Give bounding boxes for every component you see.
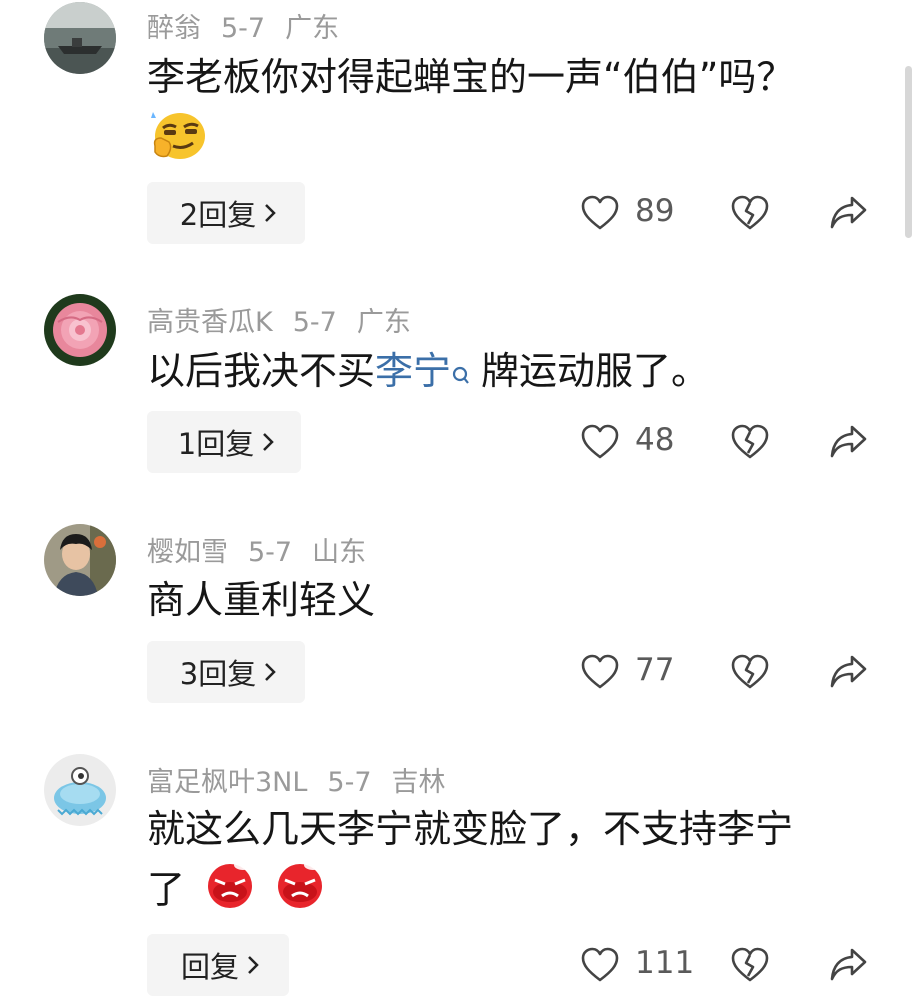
comment-location: 广东 — [285, 13, 340, 44]
comment-text: 就这么几天李宁就变脸了，不支持李宁 — [147, 807, 794, 851]
brand-link[interactable]: 李宁 — [375, 349, 451, 393]
comment-location: 吉林 — [391, 767, 446, 798]
reply-label: 回复 — [180, 950, 239, 984]
chevron-right-icon — [264, 655, 276, 689]
broken-heart-icon[interactable] — [730, 194, 770, 236]
like-count: 48 — [635, 422, 675, 458]
broken-heart-icon[interactable] — [730, 653, 770, 695]
share-arrow-icon[interactable] — [828, 194, 868, 236]
broken-heart-icon[interactable] — [730, 946, 770, 988]
comment-location: 广东 — [356, 307, 411, 338]
share-arrow-icon[interactable] — [828, 946, 868, 988]
comment-meta: 高贵香瓜K 5-7 广东 — [147, 300, 431, 339]
angry-face-emoji — [201, 858, 259, 926]
share-arrow-icon[interactable] — [828, 423, 868, 465]
chevron-right-icon — [247, 948, 259, 982]
avatar[interactable] — [44, 754, 116, 826]
comment-item: 樱如雪 5-7 山东 商人重利轻义 3回复 77 — [0, 520, 900, 720]
comment-item: 醉翁 5-7 广东 李老板你对得起蝉宝的一声“伯伯”吗？ 2回复 89 — [0, 0, 900, 260]
comment-text-before: 以后我决不买 — [147, 349, 376, 393]
username[interactable]: 高贵香瓜K — [147, 307, 273, 338]
reply-label: 3回复 — [179, 657, 257, 691]
comment-location: 山东 — [312, 537, 367, 568]
reply-label: 2回复 — [179, 198, 257, 232]
heart-outline-icon[interactable] — [580, 194, 620, 236]
search-icon[interactable] — [451, 346, 471, 404]
comment-text: 商人重利轻义 — [147, 578, 376, 622]
comment-date: 5-7 — [248, 537, 293, 568]
username[interactable]: 樱如雪 — [147, 537, 228, 568]
smirk-thinking-emoji — [147, 108, 207, 168]
like-count: 89 — [635, 193, 675, 229]
comment-text-after: 牌运动服了。 — [481, 349, 710, 393]
angry-face-emoji — [271, 858, 329, 926]
reply-label: 1回复 — [177, 427, 255, 461]
reply-button[interactable]: 回复 — [147, 934, 289, 996]
chevron-right-icon — [264, 196, 276, 230]
reply-button[interactable]: 2回复 — [147, 182, 305, 244]
username[interactable]: 富足枫叶3NL — [147, 767, 307, 798]
comment-text: 以后我决不买李宁 牌运动服了。 — [147, 342, 709, 404]
heart-outline-icon[interactable] — [580, 946, 620, 988]
comment-actions: 111 — [580, 934, 880, 996]
comment-actions: 77 — [580, 641, 880, 703]
comment-actions: 89 — [580, 182, 880, 244]
comment-item: 富足枫叶3NL 5-7 吉林 就这么几天李宁就变脸了，不支持李宁 了 回复 111 — [0, 750, 900, 996]
like-count: 77 — [635, 652, 675, 688]
comment-text-line2-label: 了 — [147, 867, 186, 912]
share-arrow-icon[interactable] — [828, 653, 868, 695]
reply-button[interactable]: 3回复 — [147, 641, 305, 703]
comment-meta: 富足枫叶3NL 5-7 吉林 — [147, 760, 466, 799]
comment-text: 李老板你对得起蝉宝的一声“伯伯”吗？ — [147, 55, 795, 99]
reply-button[interactable]: 1回复 — [147, 411, 301, 473]
comment-date: 5-7 — [221, 13, 266, 44]
like-count: 111 — [635, 945, 695, 981]
avatar[interactable] — [44, 2, 116, 74]
comment-meta: 樱如雪 5-7 山东 — [147, 530, 386, 569]
heart-outline-icon[interactable] — [580, 423, 620, 465]
heart-outline-icon[interactable] — [580, 653, 620, 695]
comment-date: 5-7 — [292, 307, 337, 338]
comment-date: 5-7 — [327, 767, 372, 798]
chevron-right-icon — [262, 425, 274, 459]
comment-actions: 48 — [580, 411, 880, 473]
scrollbar[interactable] — [905, 66, 912, 238]
comment-text-line2: 了 — [147, 858, 329, 926]
avatar[interactable] — [44, 294, 116, 366]
comment-item: 高贵香瓜K 5-7 广东 以后我决不买李宁 牌运动服了。 1回复 48 — [0, 290, 900, 490]
username[interactable]: 醉翁 — [147, 13, 201, 44]
broken-heart-icon[interactable] — [730, 423, 770, 465]
comment-meta: 醉翁 5-7 广东 — [147, 6, 359, 45]
avatar[interactable] — [44, 524, 116, 596]
